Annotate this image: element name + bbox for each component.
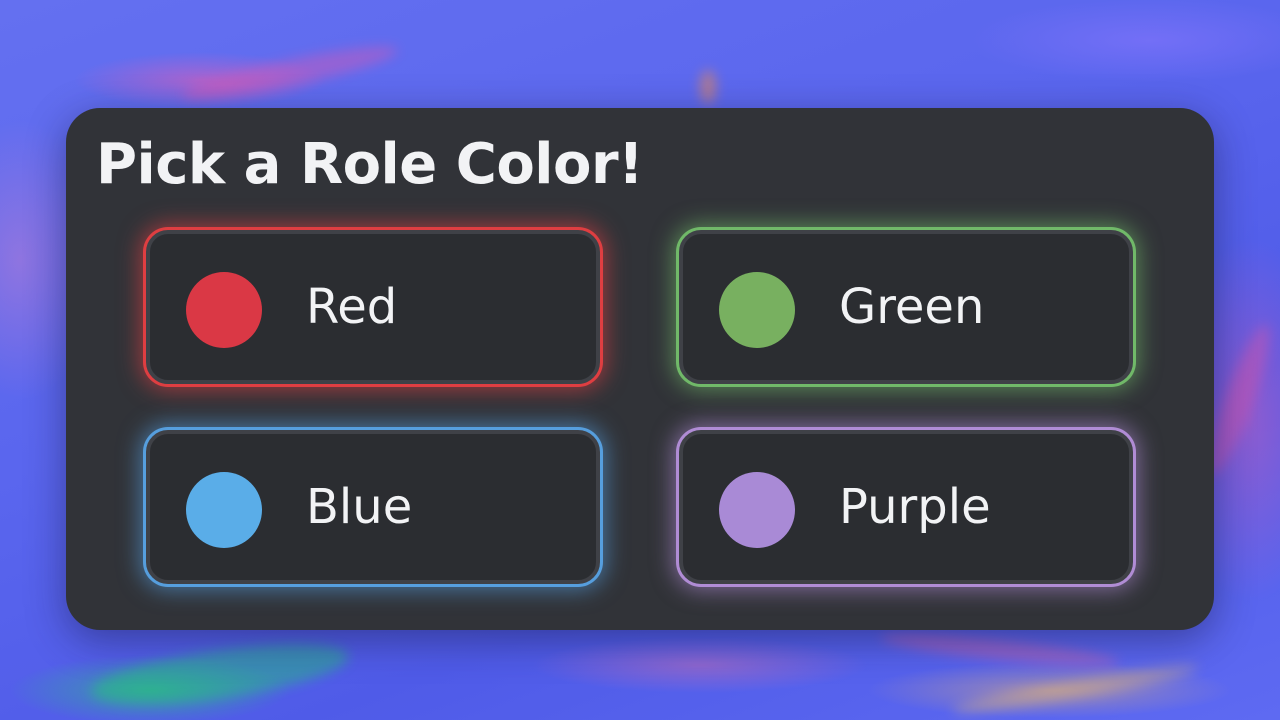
- role-picker-panel: Pick a Role Color! Red Green Blue Purple: [66, 108, 1214, 630]
- red-color-dot-icon: [186, 272, 262, 348]
- background-streak: [950, 658, 1200, 720]
- role-button-purple[interactable]: Purple: [679, 430, 1133, 584]
- role-label-blue: Blue: [306, 479, 413, 535]
- role-button-blue[interactable]: Blue: [146, 430, 600, 584]
- background-streak: [879, 627, 1121, 673]
- background-streak: [179, 37, 401, 109]
- purple-color-dot-icon: [719, 472, 795, 548]
- green-color-dot-icon: [719, 272, 795, 348]
- blue-color-dot-icon: [186, 472, 262, 548]
- background-streak: [700, 70, 716, 104]
- role-label-purple: Purple: [839, 479, 991, 535]
- role-label-green: Green: [839, 279, 985, 335]
- role-button-red[interactable]: Red: [146, 230, 600, 384]
- role-button-grid: Red Green Blue Purple: [66, 108, 1214, 630]
- role-label-red: Red: [306, 279, 398, 335]
- background-streak: [87, 632, 353, 716]
- role-button-green[interactable]: Green: [679, 230, 1133, 384]
